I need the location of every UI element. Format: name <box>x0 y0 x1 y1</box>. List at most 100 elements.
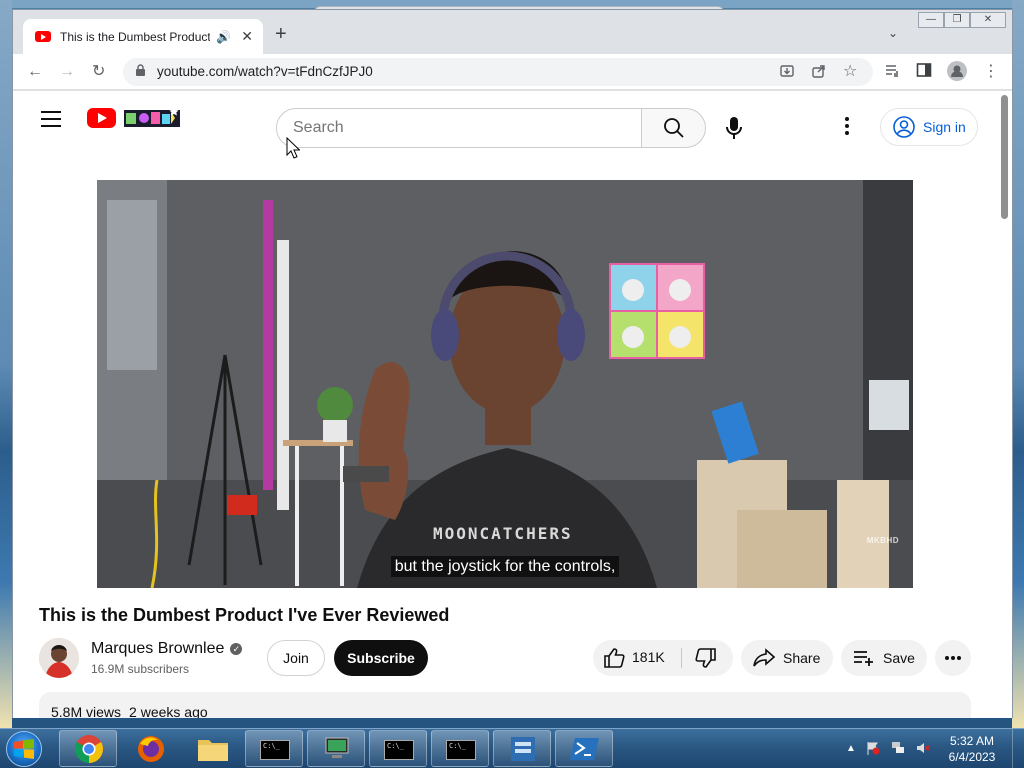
command-prompt-icon <box>384 740 414 760</box>
taskbar-firefox[interactable] <box>121 730 179 767</box>
browser-tab-active[interactable]: This is the Dumbest Product I've Ever Re… <box>23 19 263 54</box>
youtube-page: Sign in <box>13 91 999 718</box>
share-label: Share <box>783 650 821 666</box>
caption-text: but the joystick for the controls, <box>390 556 620 577</box>
start-button[interactable] <box>6 731 42 767</box>
save-button[interactable]: Save <box>841 640 927 676</box>
address-bar[interactable]: youtube.com/watch?v=tFdnCzfJPJ0 ☆ <box>123 58 873 86</box>
minimize-button[interactable]: — <box>918 12 944 28</box>
speaker-icon[interactable]: 🔊 <box>216 30 231 44</box>
account-icon <box>893 116 915 138</box>
search-box[interactable] <box>276 108 642 148</box>
scrollbar-thumb[interactable] <box>1001 95 1008 219</box>
like-dislike-group: 181K <box>593 640 733 676</box>
maximize-button[interactable]: ❐ <box>944 12 970 28</box>
like-count: 181K <box>632 649 665 665</box>
show-hidden-icons-icon[interactable]: ▲ <box>846 743 856 754</box>
system-clock[interactable]: 5:32 AM 6/4/2023 <box>942 733 1002 765</box>
verified-badge-icon: ✓ <box>230 643 243 655</box>
taskbar-network-app[interactable] <box>307 730 365 767</box>
desktop-background-right <box>1012 0 1024 728</box>
install-app-icon[interactable] <box>779 63 795 82</box>
side-panel-icon[interactable] <box>916 62 932 84</box>
view-count: 5.8M views <box>51 704 122 718</box>
new-tab-button[interactable]: + <box>275 23 287 45</box>
taskbar-cmd-1[interactable] <box>245 730 303 767</box>
share-button[interactable]: Share <box>741 640 833 676</box>
dislike-button[interactable] <box>682 640 733 676</box>
url-text: youtube.com/watch?v=tFdnCzfJPJ0 <box>157 64 373 79</box>
taskbar-server-manager[interactable] <box>493 730 551 767</box>
thumbs-up-icon <box>604 648 625 668</box>
add-to-playlist-icon <box>854 651 873 666</box>
microphone-icon[interactable] <box>722 115 746 141</box>
taskbar: ▲ 5:32 AM 6/4/2023 <box>0 728 1024 768</box>
taskbar-cmd-3[interactable] <box>431 730 489 767</box>
shirt-lettering: MOONCATCHERS <box>433 524 573 543</box>
like-button[interactable]: 181K <box>593 640 681 676</box>
channel-name-text: Marques Brownlee <box>91 640 225 657</box>
powershell-icon <box>570 738 599 760</box>
video-player[interactable]: MOONCATCHERS MKBHD but the joystick for … <box>97 180 913 588</box>
channel-name[interactable]: Marques Brownlee ✓ <box>91 640 243 658</box>
tab-title: This is the Dumbest Product I've Ever Re… <box>60 29 210 44</box>
youtube-logo-icon[interactable] <box>87 108 116 128</box>
subscriber-count: 16.9M subscribers <box>91 662 190 676</box>
horizontal-dots-icon <box>945 656 961 660</box>
windows-logo-icon <box>14 739 34 759</box>
close-window-button[interactable]: ✕ <box>970 12 1006 28</box>
tab-strip: This is the Dumbest Product I've Ever Re… <box>13 10 1012 54</box>
tab-search-chevron-icon[interactable]: ⌄ <box>888 26 898 40</box>
more-options-icon[interactable] <box>845 117 849 135</box>
more-actions-button[interactable] <box>935 640 971 676</box>
taskbar-cmd-2[interactable] <box>369 730 427 767</box>
channel-watermark: MKBHD <box>866 536 899 545</box>
command-prompt-icon <box>446 740 476 760</box>
thumbs-down-icon <box>695 648 716 668</box>
browser-menu-icon[interactable]: ⋮ <box>983 62 999 82</box>
firefox-icon <box>138 736 164 762</box>
video-caption: but the joystick for the controls, <box>97 556 913 577</box>
share-page-icon[interactable] <box>811 63 827 82</box>
browser-window: This is the Dumbest Product I've Ever Re… <box>12 9 1013 718</box>
page-scrollbar[interactable] <box>997 91 1012 718</box>
forward-arrow-icon[interactable]: → <box>59 62 75 82</box>
search-input[interactable] <box>293 119 623 137</box>
bookmark-star-icon[interactable]: ☆ <box>843 61 857 81</box>
taskbar-powershell[interactable] <box>555 730 613 767</box>
mouse-cursor-icon <box>286 137 300 159</box>
sign-in-button[interactable]: Sign in <box>880 108 978 146</box>
desktop-background-left <box>0 0 12 728</box>
view-info: 5.8M views 2 weeks ago <box>51 704 208 718</box>
lock-icon <box>135 64 146 79</box>
reload-icon[interactable]: ↻ <box>92 62 105 82</box>
share-arrow-icon <box>753 648 775 667</box>
search-icon <box>664 118 684 138</box>
profile-avatar-icon[interactable] <box>947 61 967 87</box>
hamburger-menu-icon[interactable] <box>41 111 61 127</box>
volume-muted-icon[interactable] <box>916 741 930 755</box>
channel-avatar[interactable] <box>39 638 79 678</box>
reading-list-icon[interactable] <box>884 62 900 84</box>
network-icon[interactable] <box>891 741 905 755</box>
save-label: Save <box>883 650 915 666</box>
youtube-doodle-logo[interactable] <box>124 107 180 129</box>
video-title: This is the Dumbest Product I've Ever Re… <box>39 605 450 625</box>
chrome-icon <box>75 735 103 763</box>
show-desktop-button[interactable] <box>1012 729 1024 768</box>
subscribe-button[interactable]: Subscribe <box>334 640 428 676</box>
back-arrow-icon[interactable]: ← <box>27 62 43 82</box>
join-button[interactable]: Join <box>267 640 325 676</box>
browser-toolbar: ← → ↻ youtube.com/watch?v=tFdnCzfJPJ0 ☆ … <box>13 54 1012 90</box>
description-box[interactable]: 5.8M views 2 weeks ago <box>39 692 971 718</box>
flag-alert-icon[interactable] <box>866 741 880 755</box>
taskbar-explorer[interactable] <box>183 730 241 767</box>
server-manager-icon <box>511 737 535 761</box>
search-button[interactable] <box>642 108 706 148</box>
command-prompt-icon <box>260 740 290 760</box>
folder-icon <box>198 740 228 761</box>
network-computer-icon <box>325 737 349 758</box>
close-tab-icon[interactable]: ✕ <box>241 28 253 45</box>
taskbar-chrome[interactable] <box>59 730 117 767</box>
publish-date: 2 weeks ago <box>129 704 208 718</box>
